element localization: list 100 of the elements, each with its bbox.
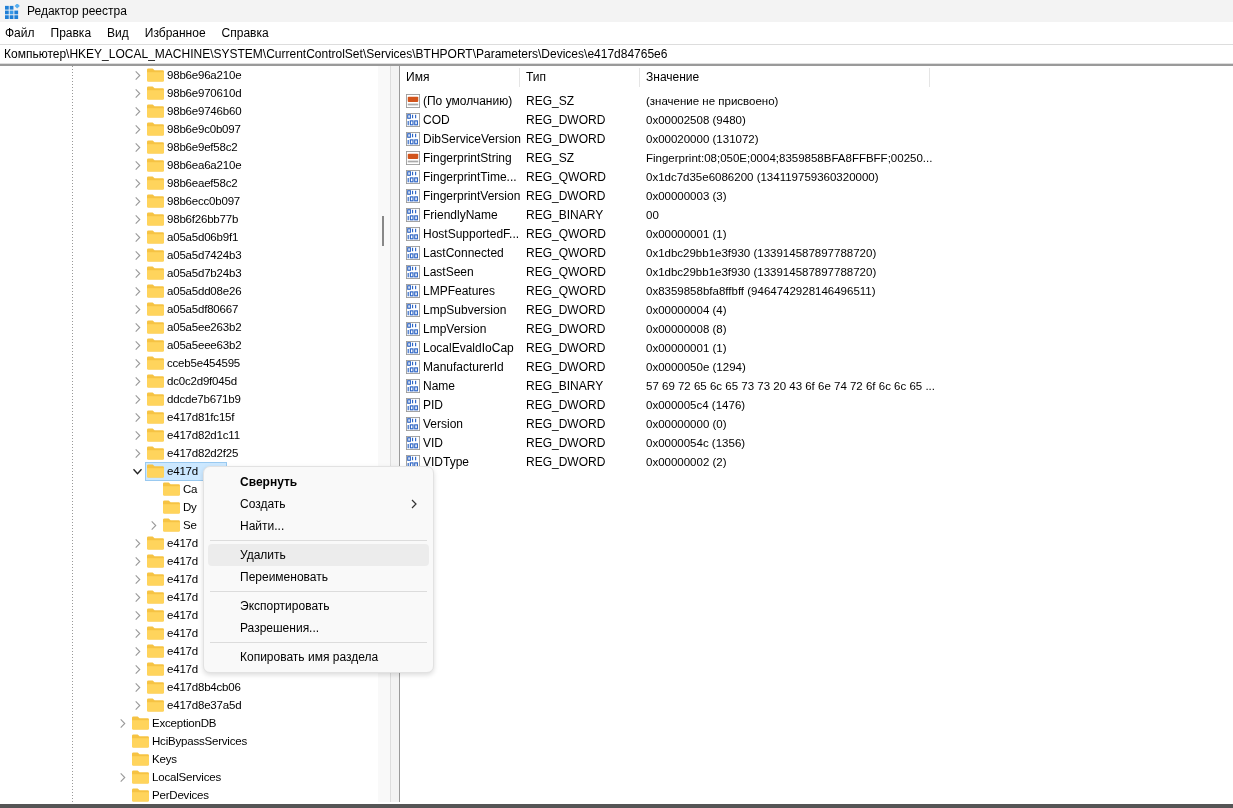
- chevron-right-icon[interactable]: [133, 178, 142, 188]
- tree-item[interactable]: e417d81fc15f: [145, 407, 237, 427]
- chevron-right-icon[interactable]: [133, 70, 142, 80]
- chevron-right-icon[interactable]: [133, 610, 142, 620]
- tree-item[interactable]: cceb5e454595: [145, 353, 243, 373]
- chevron-right-icon[interactable]: [133, 394, 142, 404]
- folder-icon: [132, 788, 149, 802]
- menu-item[interactable]: Найти...: [208, 515, 429, 537]
- chevron-right-icon[interactable]: [133, 124, 142, 134]
- tree-item[interactable]: a05a5df80667: [145, 299, 241, 319]
- chevron-right-icon[interactable]: [133, 412, 142, 422]
- chevron-right-icon[interactable]: [133, 592, 142, 602]
- tree-item[interactable]: a05a5dd08e26: [145, 281, 244, 301]
- tree-item[interactable]: Keys: [130, 749, 179, 769]
- tree-item[interactable]: e417d8b4cb06: [145, 677, 243, 697]
- column-header[interactable]: Имя: [400, 68, 520, 87]
- chevron-right-icon[interactable]: [133, 574, 142, 584]
- tree-item[interactable]: a05a5eee63b2: [145, 335, 244, 355]
- chevron-right-icon[interactable]: [133, 106, 142, 116]
- address-bar[interactable]: Компьютер\HKEY_LOCAL_MACHINE\SYSTEM\CurrentControlSet\Services\BTHPORT\Parameters\Devices\e417d84765e6: [0, 44, 1233, 64]
- scrollbar-thumb[interactable]: [382, 216, 384, 246]
- chevron-right-icon[interactable]: [133, 196, 142, 206]
- tree-item[interactable]: 98b6e970610d: [145, 83, 244, 103]
- tree-item[interactable]: dc0c2d9f045d: [145, 371, 239, 391]
- tree-item[interactable]: e417d8e37a5d: [145, 695, 244, 715]
- chevron-right-icon[interactable]: [133, 682, 142, 692]
- chevron-right-icon[interactable]: [133, 250, 142, 260]
- chevron-right-icon[interactable]: [133, 700, 142, 710]
- menu-item[interactable]: Удалить: [208, 544, 429, 566]
- menu-item[interactable]: Файл: [5, 26, 42, 40]
- menu-item[interactable]: Разрешения...: [208, 617, 429, 639]
- tree-item[interactable]: e417d82d1c11: [145, 425, 242, 445]
- chevron-right-icon[interactable]: [133, 304, 142, 314]
- menu-item[interactable]: Избранное: [144, 26, 213, 40]
- tree-item[interactable]: e417d: [145, 551, 200, 571]
- tree-item[interactable]: a05a5d7424b3: [145, 245, 244, 265]
- menu-item[interactable]: Вид: [107, 26, 136, 40]
- chevron-right-icon[interactable]: [133, 538, 142, 548]
- tree-item[interactable]: 98b6e9c0b097: [145, 119, 243, 139]
- chevron-right-icon[interactable]: [133, 214, 142, 224]
- menu-item[interactable]: Экспортировать: [208, 595, 429, 617]
- column-header[interactable]: Тип: [520, 68, 640, 87]
- tree-item[interactable]: a05a5d06b9f1: [145, 227, 241, 247]
- chevron-right-icon[interactable]: [133, 358, 142, 368]
- tree-item[interactable]: 98b6e96a210e: [145, 66, 244, 85]
- chevron-right-icon[interactable]: [133, 340, 142, 350]
- chevron-right-icon[interactable]: [133, 88, 142, 98]
- chevron-right-icon[interactable]: [133, 664, 142, 674]
- chevron-right-icon[interactable]: [118, 772, 127, 782]
- tree-item[interactable]: 98b6eaef58c2: [145, 173, 240, 193]
- tree-item[interactable]: Se: [161, 515, 199, 535]
- tree-item[interactable]: e417d: [145, 587, 200, 607]
- menu-item[interactable]: Правка: [50, 26, 99, 40]
- tree-item[interactable]: a05a5ee263b2: [145, 317, 244, 337]
- folder-icon: [147, 374, 164, 388]
- tree-item[interactable]: ddcde7b671b9: [145, 389, 243, 409]
- chevron-right-icon[interactable]: [133, 448, 142, 458]
- menu-item[interactable]: Копировать имя раздела: [208, 646, 429, 668]
- binary-value-icon: [406, 378, 420, 393]
- menu-item[interactable]: Переименовать: [208, 566, 429, 588]
- chevron-right-icon[interactable]: [133, 142, 142, 152]
- tree-item[interactable]: 98b6e9746b60: [145, 101, 244, 121]
- tree-item[interactable]: e417d: [145, 641, 200, 661]
- tree-item[interactable]: 98b6ecc0b097: [145, 191, 243, 211]
- chevron-right-icon[interactable]: [149, 520, 158, 530]
- tree-item[interactable]: e417d: [145, 659, 200, 679]
- chevron-down-icon[interactable]: [133, 466, 142, 476]
- tree-item[interactable]: e417d: [145, 533, 200, 553]
- tree-item[interactable]: 98b6f26bb77b: [145, 209, 241, 229]
- tree-item[interactable]: 98b6e9ef58c2: [145, 137, 240, 157]
- tree-item[interactable]: LocalServices: [130, 767, 223, 787]
- value-type: REG_DWORD: [525, 188, 607, 203]
- chevron-right-icon[interactable]: [133, 160, 142, 170]
- chevron-right-icon[interactable]: [133, 232, 142, 242]
- column-header[interactable]: Значение: [640, 68, 930, 87]
- tree-item[interactable]: PerDevices: [130, 785, 211, 802]
- tree-item[interactable]: HciBypassServices: [130, 731, 250, 751]
- value-name: (По умолчанию): [423, 93, 513, 108]
- menu-item[interactable]: Создать: [208, 493, 429, 515]
- value-type: REG_DWORD: [525, 435, 607, 450]
- tree-item[interactable]: Dy: [161, 497, 199, 517]
- chevron-right-icon[interactable]: [133, 268, 142, 278]
- tree-item[interactable]: e417d: [145, 623, 200, 643]
- chevron-right-icon[interactable]: [133, 322, 142, 332]
- tree-item[interactable]: e417d82d2f25: [145, 443, 241, 463]
- tree-item[interactable]: e417d: [145, 569, 200, 589]
- tree-item[interactable]: e417d: [145, 605, 200, 625]
- chevron-right-icon[interactable]: [133, 646, 142, 656]
- tree-item[interactable]: Ca: [161, 479, 200, 499]
- binary-value-icon: [406, 245, 420, 260]
- tree-item[interactable]: a05a5d7b24b3: [145, 263, 244, 283]
- menu-item[interactable]: Справка: [221, 26, 276, 40]
- chevron-right-icon[interactable]: [133, 628, 142, 638]
- tree-item[interactable]: ExceptionDB: [130, 713, 219, 733]
- tree-item[interactable]: 98b6ea6a210e: [145, 155, 244, 175]
- chevron-right-icon[interactable]: [118, 718, 127, 728]
- chevron-right-icon[interactable]: [133, 430, 142, 440]
- chevron-right-icon[interactable]: [133, 286, 142, 296]
- chevron-right-icon[interactable]: [133, 376, 142, 386]
- chevron-right-icon[interactable]: [133, 556, 142, 566]
